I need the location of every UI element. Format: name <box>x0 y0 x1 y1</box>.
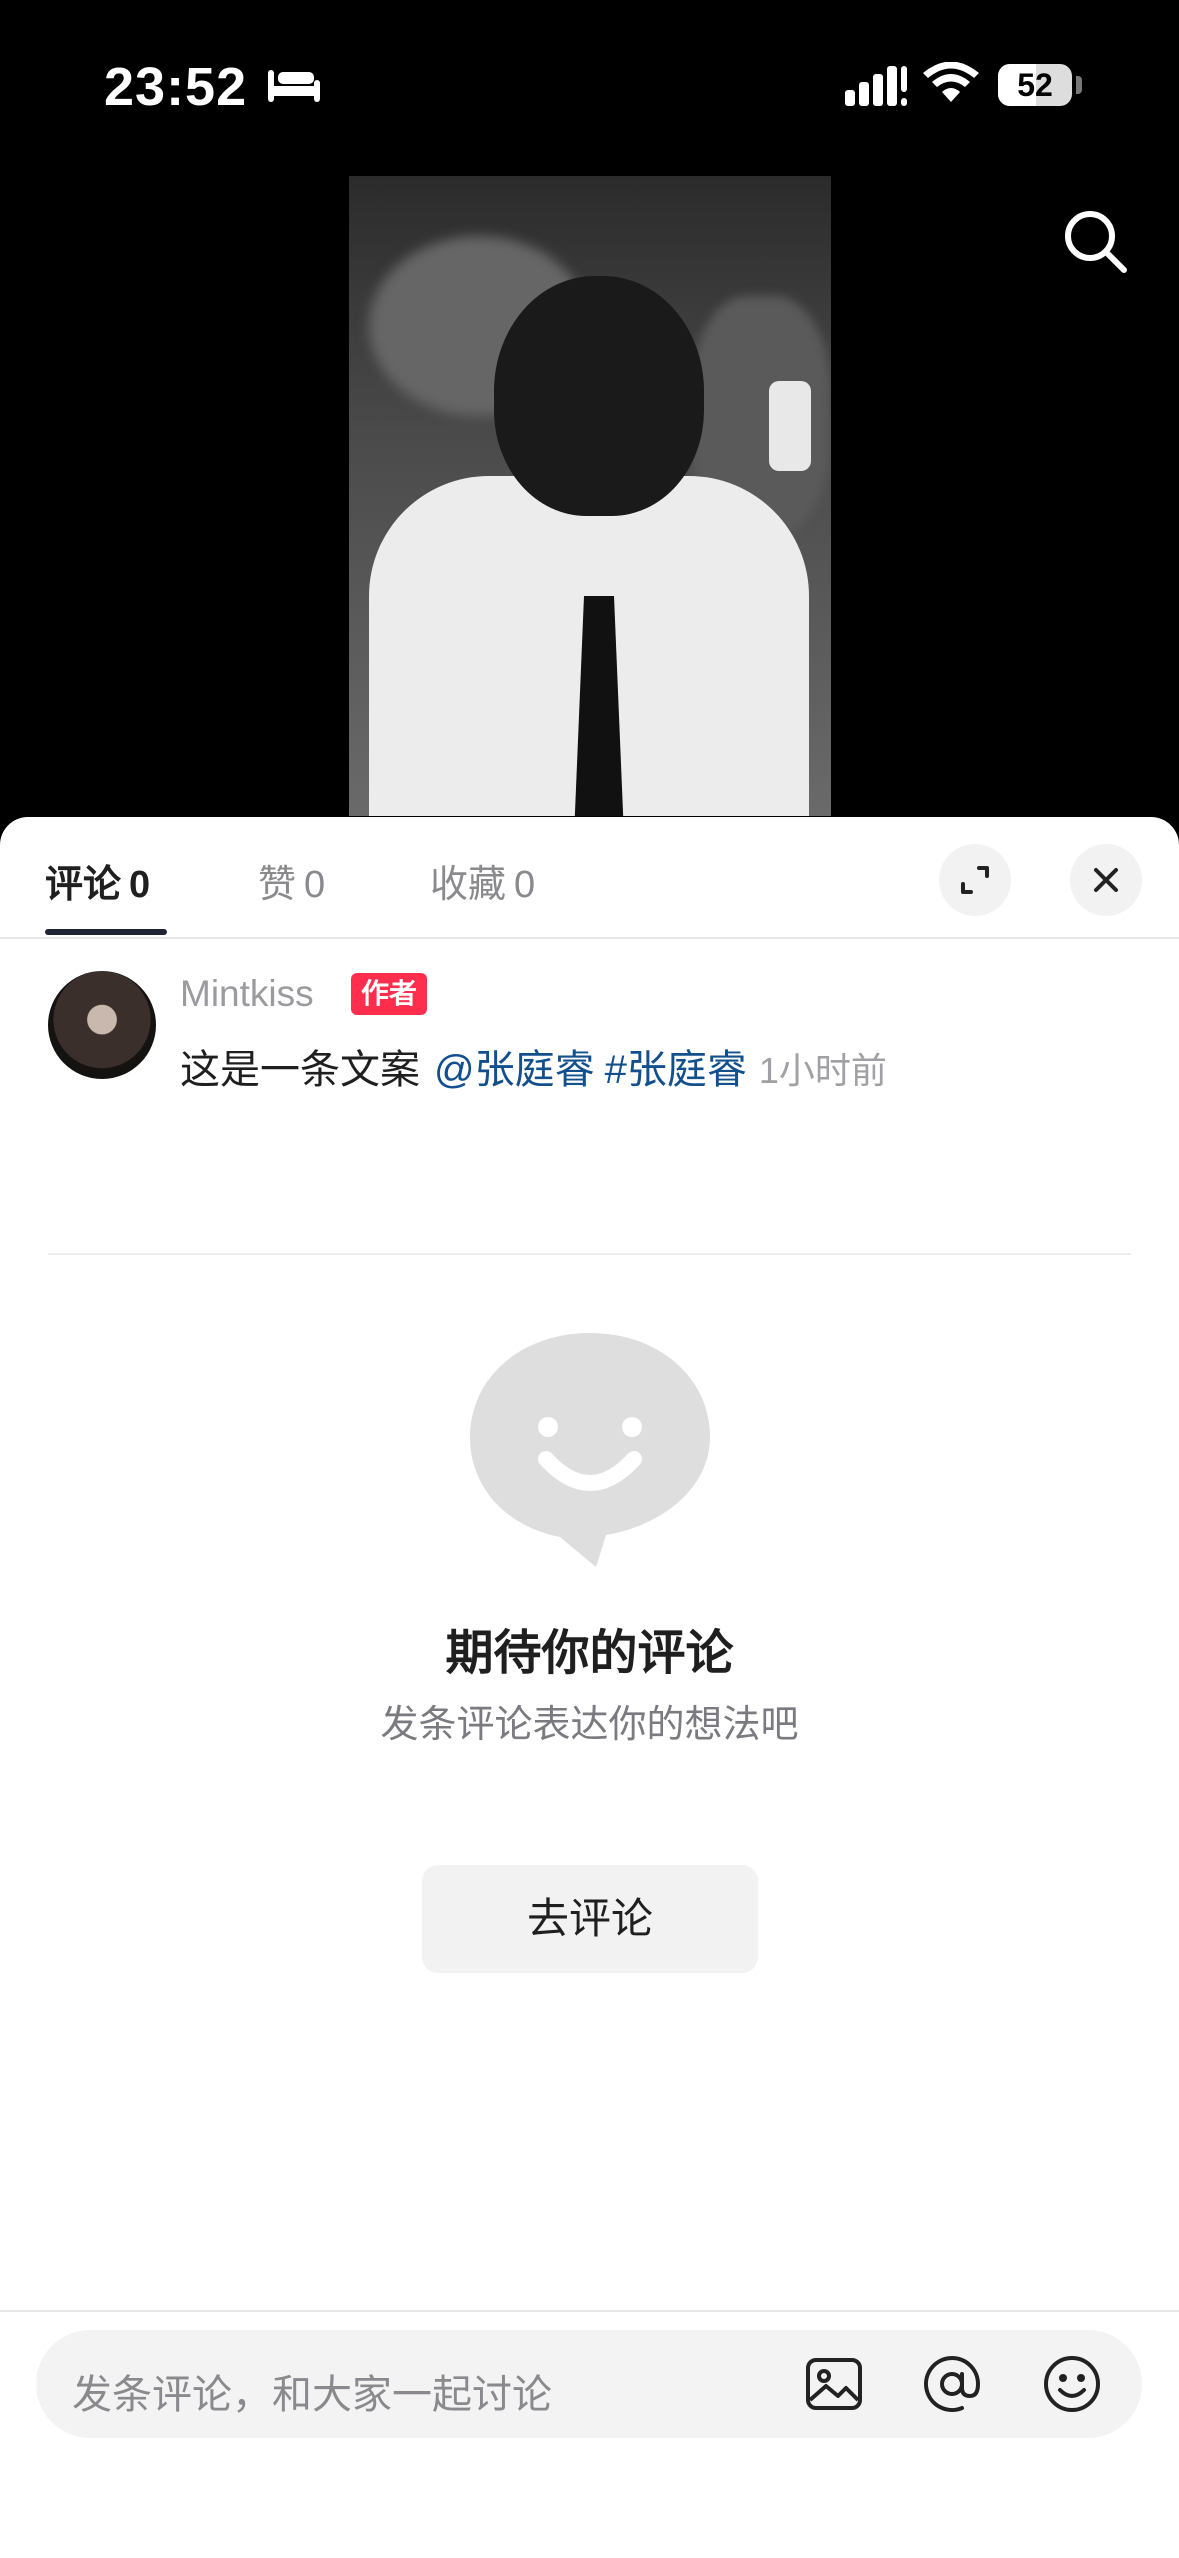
tab-comments-count: 0 <box>129 864 151 906</box>
post-time: 1小时前 <box>758 1050 887 1091</box>
video-preview[interactable] <box>349 176 831 816</box>
expand-button[interactable] <box>939 844 1011 916</box>
go-comment-button[interactable]: 去评论 <box>422 1865 758 1973</box>
comment-sheet: 评论 0 赞0 收藏 0 Mintkiss 作者 这是一条文案 @张庭睿 #张庭睿 1小时… <box>0 817 1179 2558</box>
comment-input[interactable]: 发条评论，和大家一起讨论 <box>36 2330 1142 2438</box>
tab-likes-count: 0 <box>304 864 326 906</box>
expand-icon <box>961 866 989 894</box>
caption-divider <box>48 1253 1131 1255</box>
hashtag-link[interactable]: #张庭睿 <box>605 1048 747 1092</box>
tab-favorites-count: 0 <box>514 864 536 906</box>
search-icon[interactable] <box>1060 206 1130 276</box>
avatar[interactable] <box>48 971 156 1079</box>
author-username[interactable]: Mintkiss <box>180 973 314 1015</box>
battery-tip <box>1076 76 1082 94</box>
tab-likes-label: 赞 <box>258 864 297 906</box>
mention-icon[interactable] <box>918 2350 986 2418</box>
tab-favorites-label: 收藏 <box>430 864 507 906</box>
tab-favorites[interactable]: 收藏 0 <box>430 853 535 908</box>
wifi-icon <box>923 62 979 102</box>
empty-title: 期待你的评论 <box>445 1627 734 1680</box>
battery-indicator: 52 <box>998 64 1072 106</box>
empty-comment-smiley-icon <box>470 1333 710 1567</box>
caption-text: 这是一条文案 <box>180 1048 420 1092</box>
battery-level: 52 <box>1017 67 1053 103</box>
post-caption: Mintkiss 作者 这是一条文案 @张庭睿 #张庭睿 1小时前 <box>0 937 1179 1255</box>
close-button[interactable] <box>1070 844 1142 916</box>
tab-comments[interactable]: 评论 0 <box>45 853 150 908</box>
comment-input-bar: 发条评论，和大家一起讨论 <box>0 2310 1179 2558</box>
active-tab-indicator <box>45 929 167 935</box>
tab-comments-label: 评论 <box>45 864 122 906</box>
caption-text-line: 这是一条文案 @张庭睿 #张庭睿 1小时前 <box>180 1037 887 1095</box>
status-bar: 23:52 52 <box>0 0 1179 170</box>
emoji-icon[interactable] <box>1038 2350 1106 2418</box>
status-time: 23:52 <box>104 57 248 117</box>
cellular-signal-icon <box>845 66 907 106</box>
close-icon <box>1094 868 1118 892</box>
sleep-focus-icon <box>268 70 320 102</box>
mention-link[interactable]: @张庭睿 <box>434 1048 595 1092</box>
author-badge: 作者 <box>351 973 428 1015</box>
empty-subtitle: 发条评论表达你的想法吧 <box>380 1704 799 1746</box>
image-icon[interactable] <box>800 2350 868 2418</box>
sheet-tabs: 评论 0 赞0 收藏 0 <box>0 817 1179 939</box>
tab-likes[interactable]: 赞0 <box>258 853 325 908</box>
comment-input-placeholder: 发条评论，和大家一起讨论 <box>72 2373 552 2417</box>
